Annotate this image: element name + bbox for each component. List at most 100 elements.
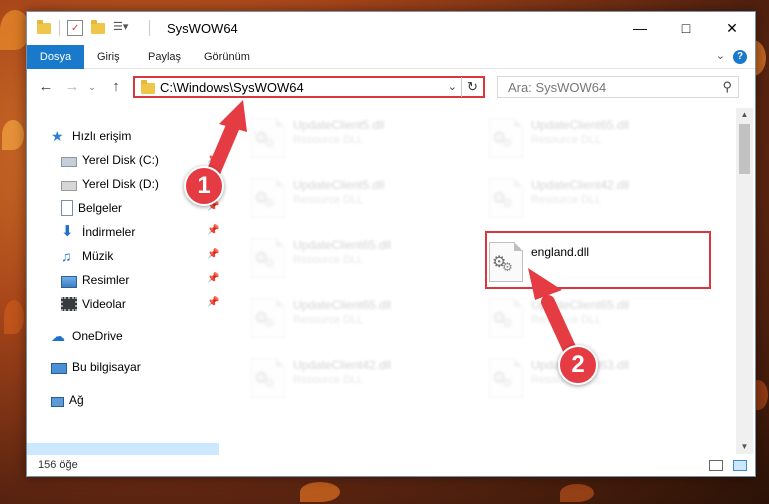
file-item[interactable]: ⚙ ⚙ UpdateClient65.dll Resource DLL xyxy=(245,232,465,284)
nav-item-pictures[interactable]: Resimler xyxy=(61,269,129,291)
england-dll-highlight xyxy=(485,231,711,289)
file-type: Resource DLL xyxy=(293,194,364,206)
help-icon[interactable]: ? xyxy=(733,50,747,64)
gear-icon: ⚙ xyxy=(502,136,513,150)
nav-item-downloads[interactable]: ⬇ İndirmeler xyxy=(61,221,135,243)
pictures-icon xyxy=(61,275,77,288)
file-item[interactable]: ⚙ ⚙ UpdateClient5.dll Resource DLL xyxy=(245,112,465,164)
gear-icon: ⚙ xyxy=(264,376,275,390)
file-item[interactable]: ⚙ ⚙ UpdateClient65.dll Resource DLL xyxy=(245,292,465,344)
gear-icon: ⚙ xyxy=(264,256,275,270)
nav-quick-access[interactable]: ★ Hızlı erişim xyxy=(51,125,131,147)
pin-icon[interactable]: 📌 xyxy=(207,153,219,164)
pin-icon[interactable]: 📌 xyxy=(207,273,219,284)
pin-icon[interactable]: 📌 xyxy=(207,297,219,308)
file-item[interactable]: ⚙ ⚙ UpdateClient42.dll Resource DLL xyxy=(245,352,465,404)
address-bar[interactable]: C:\Windows\SysWOW64 ⌄ ↻ xyxy=(133,76,485,98)
details-view-icon[interactable] xyxy=(709,460,723,471)
documents-icon xyxy=(61,199,73,216)
search-input[interactable]: Ara: SysWOW64 ⚲ xyxy=(497,76,739,98)
window-title: SysWOW64 xyxy=(167,21,238,36)
title-bar: ✓ ☰▾ SysWOW64 — □ ✕ xyxy=(27,12,755,44)
forward-button[interactable]: → xyxy=(63,78,81,95)
ribbon-expand-icon[interactable]: ⌄ xyxy=(716,49,725,62)
tiles-view-icon[interactable] xyxy=(733,460,747,471)
up-button[interactable]: ↑ xyxy=(107,78,125,95)
minimize-button[interactable]: — xyxy=(617,12,663,44)
file-name: UpdateClient65.dll xyxy=(293,298,392,312)
star-icon: ★ xyxy=(51,127,64,144)
file-type: Resource DLL xyxy=(293,134,364,146)
nav-item-music[interactable]: ♫ Müzik xyxy=(61,245,113,267)
annotation-marker-one: 1 xyxy=(184,166,224,206)
gear-icon: ⚙ xyxy=(502,316,513,330)
file-item[interactable]: ⚙ ⚙ UpdateClient65.dll Resource DLL xyxy=(483,292,703,344)
tab-home[interactable]: Giriş xyxy=(85,45,132,69)
annotation-marker-two: 2 xyxy=(558,345,598,385)
file-name: UpdateClient65.dll xyxy=(293,238,392,252)
file-item[interactable]: ⚙ ⚙ UpdateClient65.dll Resource DLL xyxy=(483,112,703,164)
scroll-down-icon[interactable]: ▼ xyxy=(736,440,753,454)
address-path: C:\Windows\SysWOW64 xyxy=(160,80,304,95)
file-name: UpdateClient65.dll xyxy=(531,118,630,132)
ribbon-tabs: Dosya Giriş Paylaş Görünüm ⌄ ? xyxy=(27,45,755,69)
drive-icon xyxy=(61,180,77,191)
close-button[interactable]: ✕ xyxy=(709,12,755,44)
pin-icon[interactable]: 📌 xyxy=(207,225,219,236)
file-name: UpdateClient42.dll xyxy=(531,178,630,192)
tab-view[interactable]: Görünüm xyxy=(192,45,262,69)
gear-icon: ⚙ xyxy=(264,316,275,330)
pin-icon[interactable]: 📌 xyxy=(207,249,219,260)
customize-quick-access-icon[interactable]: ☰▾ xyxy=(113,20,129,36)
network-icon xyxy=(51,396,64,407)
gear-icon: ⚙ xyxy=(264,136,275,150)
folder-icon xyxy=(37,20,51,34)
tab-file[interactable]: Dosya xyxy=(27,45,84,69)
scroll-up-icon[interactable]: ▲ xyxy=(736,108,753,122)
file-name: UpdateClient5.dll xyxy=(293,118,385,132)
gear-icon: ⚙ xyxy=(264,196,275,210)
file-type: Resource DLL xyxy=(293,314,364,326)
file-item[interactable]: ⚙ ⚙ UpdateClient5.dll Resource DLL xyxy=(245,172,465,224)
vertical-scrollbar[interactable]: ▲ ▼ xyxy=(736,108,753,454)
nav-item-videos[interactable]: Videolar xyxy=(61,293,126,315)
search-placeholder: Ara: SysWOW64 xyxy=(508,80,607,95)
file-type: Resource DLL xyxy=(531,314,602,326)
recent-locations-icon[interactable]: ⌄ xyxy=(83,82,101,93)
drive-icon xyxy=(61,156,77,167)
file-name: UpdateClient42.dll xyxy=(293,358,392,372)
film-icon xyxy=(61,296,77,311)
download-arrow-icon: ⬇ xyxy=(61,222,74,240)
file-type: Resource DLL xyxy=(531,194,602,206)
music-note-icon: ♫ xyxy=(61,247,72,264)
computer-icon xyxy=(51,363,67,375)
nav-onedrive[interactable]: ☁ OneDrive xyxy=(51,325,123,347)
new-folder-icon[interactable] xyxy=(91,20,105,34)
separator xyxy=(149,20,150,36)
folder-icon xyxy=(141,80,155,94)
status-bar: 156 öğe xyxy=(27,455,755,476)
maximize-button[interactable]: □ xyxy=(663,12,709,44)
file-type: Resource DLL xyxy=(293,374,364,386)
chevron-down-icon[interactable]: ⌄ xyxy=(448,80,457,93)
cloud-icon: ☁ xyxy=(51,327,65,344)
refresh-button[interactable]: ↻ xyxy=(461,77,483,97)
nav-item-local-disk-c[interactable]: Yerel Disk (C:) xyxy=(61,149,159,171)
nav-this-pc[interactable]: Bu bilgisayar xyxy=(51,356,141,378)
item-count: 156 öğe xyxy=(38,459,78,471)
search-icon: ⚲ xyxy=(722,79,732,94)
gear-icon: ⚙ xyxy=(502,376,513,390)
back-button[interactable]: ← xyxy=(37,78,55,95)
gear-icon: ⚙ xyxy=(502,196,513,210)
scroll-thumb[interactable] xyxy=(739,124,750,174)
nav-item-local-disk-d[interactable]: Yerel Disk (D:) xyxy=(61,173,159,195)
file-type: Resource DLL xyxy=(293,254,364,266)
navigation-bar: ← → ⌄ ↑ C:\Windows\SysWOW64 ⌄ ↻ Ara: Sys… xyxy=(27,70,755,104)
nav-network[interactable]: Ağ xyxy=(51,389,84,411)
file-type: Resource DLL xyxy=(531,134,602,146)
file-item[interactable]: ⚙ ⚙ UpdateClient42.dll Resource DLL xyxy=(483,172,703,224)
tab-share[interactable]: Paylaş xyxy=(136,45,193,69)
nav-item-documents[interactable]: Belgeler xyxy=(61,197,122,219)
properties-icon[interactable]: ✓ xyxy=(67,20,83,36)
navigation-pane: ★ Hızlı erişim Yerel Disk (C:) 📌 Yerel Di… xyxy=(27,110,219,467)
